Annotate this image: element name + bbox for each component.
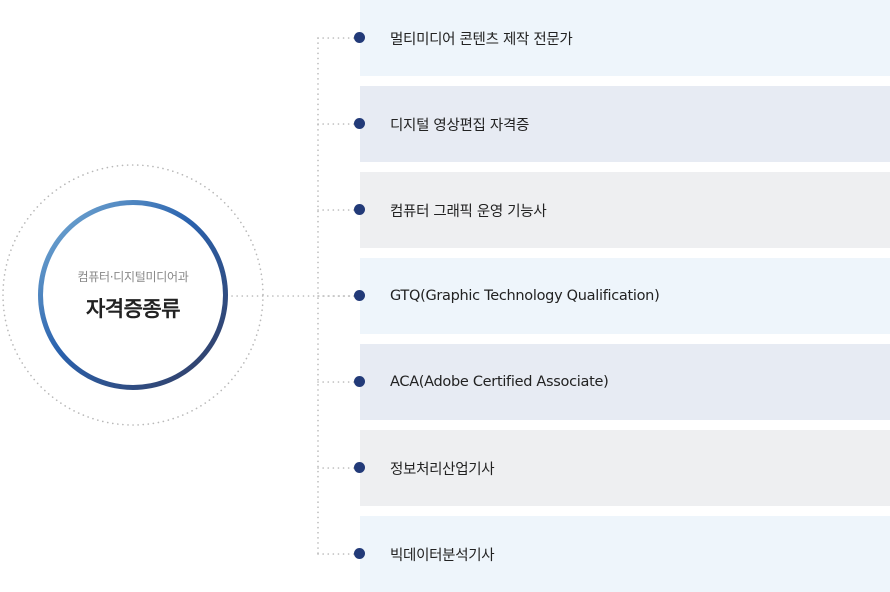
bullet-dot (354, 548, 365, 559)
bullet-dot (354, 118, 365, 129)
certificate-item-computer-graphics: 컴퓨터 그래픽 운영 기능사 (360, 172, 890, 248)
center-title: 자격증종류 (85, 296, 181, 321)
center-subtitle: 컴퓨터·디지털미디어과 (77, 269, 189, 284)
certificate-item-gtq: GTQ(Graphic Technology Qualification) (360, 258, 890, 334)
certificate-item-aca: ACA(Adobe Certified Associate) (360, 344, 890, 420)
certificate-label: GTQ(Graphic Technology Qualification) (390, 288, 660, 304)
bullet-dot (354, 204, 365, 215)
bullet-dot (354, 32, 365, 43)
bullet-dot (354, 290, 365, 301)
certificate-item-video-editing: 디지털 영상편집 자격증 (360, 86, 890, 162)
certificate-label: 빅데이터분석기사 (390, 547, 495, 564)
certificate-label: 멀티미디어 콘텐츠 제작 전문가 (390, 31, 573, 48)
certificate-label: 디지털 영상편집 자격증 (390, 117, 530, 134)
certificate-label: 정보처리산업기사 (390, 461, 495, 478)
bullet-dot (354, 462, 365, 473)
certificate-item-multimedia: 멀티미디어 콘텐츠 제작 전문가 (360, 0, 890, 76)
certificate-label: ACA(Adobe Certified Associate) (390, 374, 609, 390)
certificate-item-big-data: 빅데이터분석기사 (360, 516, 890, 592)
certificate-label: 컴퓨터 그래픽 운영 기능사 (390, 203, 547, 220)
bullet-dot (354, 376, 365, 387)
dotted-connectors (231, 37, 357, 555)
certificate-item-info-processing: 정보처리산업기사 (360, 430, 890, 506)
center-node: 컴퓨터·디지털미디어과 자격증종류 (38, 200, 228, 390)
